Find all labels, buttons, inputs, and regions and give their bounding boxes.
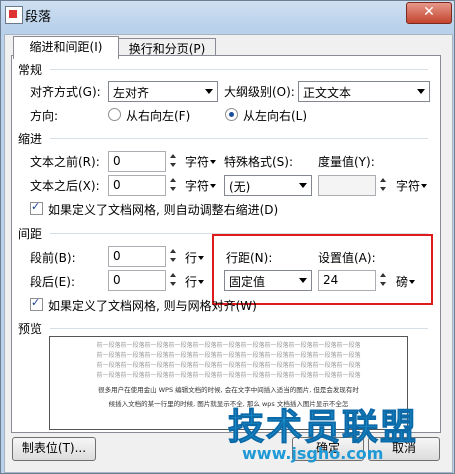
ltr-radio[interactable]: [225, 108, 238, 121]
indent-heading: 缩进: [18, 132, 43, 146]
indent-after-value: 0: [113, 178, 121, 192]
highlight-box: [212, 234, 433, 305]
indent-before-spinner[interactable]: [166, 151, 180, 170]
special-format-label: 特殊格式(S):: [224, 155, 294, 169]
alignment-label: 对齐方式(G):: [30, 85, 101, 99]
spacing-grid-checkbox[interactable]: [30, 296, 43, 311]
chevron-down-icon: [417, 89, 425, 94]
outline-level-value: 正文文本: [303, 86, 352, 100]
rtl-radio[interactable]: [108, 108, 121, 121]
space-after-input[interactable]: 0: [108, 270, 166, 291]
indent-divider: [50, 138, 428, 139]
indent-before-label: 文本之前(R):: [30, 155, 100, 169]
preview-heading: 预览: [18, 322, 43, 336]
indent-after-spinner[interactable]: [166, 175, 180, 194]
direction-label: 方向:: [30, 109, 59, 123]
space-before-spinner[interactable]: [166, 246, 180, 265]
space-before-input[interactable]: 0: [108, 246, 166, 267]
preview-line: 很多用户在使用金山 WPS 编辑文档的时候, 会在文字中间插入适当的图片, 但是…: [98, 386, 359, 394]
measure-unit[interactable]: 字符: [396, 177, 428, 194]
space-after-value: 0: [113, 273, 121, 287]
indent-before-input[interactable]: 0: [108, 151, 166, 172]
general-heading: 常规: [18, 63, 43, 77]
spacing-heading: 间距: [18, 227, 43, 241]
site-watermark: 技术员联盟 www.jsgho.com: [227, 398, 448, 468]
space-after-unit[interactable]: 行: [185, 273, 205, 290]
space-before-label: 段前(B):: [30, 251, 76, 265]
dialog-content: 常规 对齐方式(G): 左对齐 大纲级别(O): 正文文本 方向: 从右向左(F…: [0, 0, 455, 474]
alignment-select[interactable]: 左对齐: [108, 81, 218, 102]
tab-indent-spacing[interactable]: 缩进和间距(I): [13, 36, 119, 59]
preview-line: 前一段落前一段落前一段落前一段落前一段落前一段落前一段落前一段落前一段落前一段落…: [96, 362, 361, 369]
measure-label: 度量值(Y):: [318, 155, 375, 169]
watermark-url: www.jsgho.com: [242, 444, 384, 463]
tab-stops-button[interactable]: 制表位(T)...: [12, 437, 96, 461]
indent-after-input[interactable]: 0: [108, 175, 166, 196]
special-format-select[interactable]: (无): [224, 175, 312, 196]
preview-divider: [50, 328, 428, 329]
preview-line: 前一段落前一段落前一段落前一段落前一段落前一段落前一段落前一段落前一段落前一段落…: [96, 372, 361, 379]
special-format-value: (无): [229, 180, 251, 194]
chevron-down-icon: [205, 89, 213, 94]
indent-before-value: 0: [113, 154, 121, 168]
measure-input[interactable]: [318, 175, 376, 196]
preview-line: 前一段落前一段落前一段落前一段落前一段落前一段落前一段落前一段落前一段落前一段落…: [96, 352, 361, 359]
space-before-value: 0: [113, 249, 121, 263]
chevron-down-icon: [299, 183, 307, 188]
outline-level-label: 大纲级别(O):: [224, 85, 295, 99]
indent-after-label: 文本之后(X):: [30, 179, 100, 193]
indent-grid-checkbox[interactable]: [30, 200, 43, 215]
measure-spinner[interactable]: [376, 175, 390, 194]
ltr-label[interactable]: 从左向右(L): [243, 107, 307, 124]
outline-level-select[interactable]: 正文文本: [298, 81, 430, 102]
indent-before-unit[interactable]: 字符: [185, 153, 217, 170]
general-divider: [50, 69, 428, 70]
indent-after-unit[interactable]: 字符: [185, 177, 217, 194]
indent-grid-label[interactable]: 如果定义了文档网格, 则自动调整右缩进(D): [48, 201, 278, 218]
preview-line: 前一段落前一段落前一段落前一段落前一段落前一段落前一段落前一段落前一段落前一段落…: [96, 342, 361, 349]
space-after-label: 段后(E):: [30, 275, 75, 289]
rtl-label[interactable]: 从右向左(F): [126, 107, 190, 124]
space-before-unit[interactable]: 行: [185, 249, 205, 266]
space-after-spinner[interactable]: [166, 270, 180, 289]
spacing-grid-label[interactable]: 如果定义了文档网格, 则与网格对齐(W): [48, 297, 257, 314]
watermark-logo-text: 技术员联盟: [227, 407, 419, 449]
alignment-value: 左对齐: [113, 86, 150, 100]
